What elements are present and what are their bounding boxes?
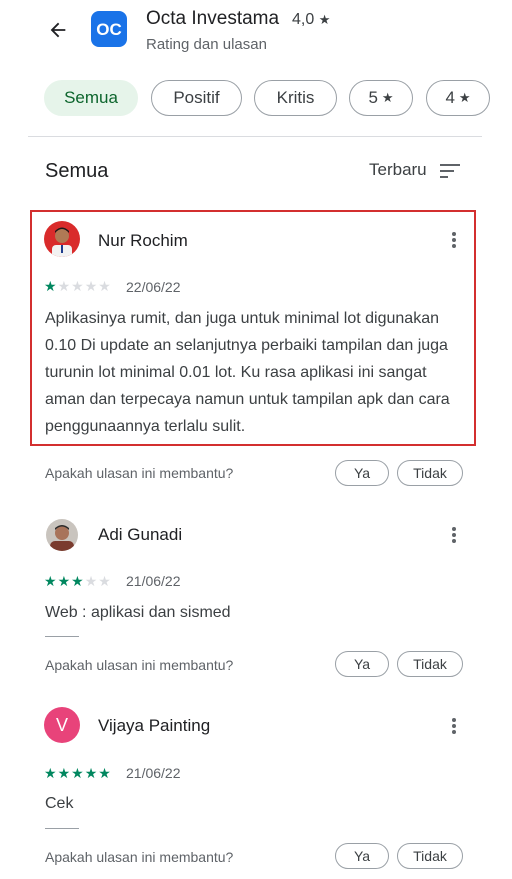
sort-button[interactable]: Terbaru: [369, 160, 427, 180]
star-filled-icon: ★: [98, 765, 112, 781]
star-filled-icon: ★: [57, 765, 72, 781]
chip-5-star[interactable]: 5 ★: [349, 80, 413, 116]
helpful-no-button[interactable]: Tidak: [397, 843, 463, 869]
star-filled-icon: ★: [71, 765, 85, 781]
helpful-yes-button[interactable]: Ya: [335, 460, 389, 486]
helpful-yes-button[interactable]: Ya: [335, 651, 389, 677]
chip-semua[interactable]: Semua: [44, 80, 138, 116]
app-icon: OC: [91, 11, 127, 47]
chip-4-star[interactable]: 4 ★: [426, 80, 490, 116]
user-photo-icon: [44, 221, 80, 257]
more-options-button[interactable]: [442, 523, 466, 547]
star-empty-icon: ★: [71, 278, 85, 294]
star-rating: ★★★★★: [44, 765, 112, 782]
filter-chips: Semua Positif Kritis 5 ★ 4 ★: [0, 78, 512, 120]
chip-label: 5: [368, 88, 378, 107]
user-photo-icon: [46, 519, 78, 551]
more-vert-icon: [452, 527, 456, 543]
chip-kritis[interactable]: Kritis: [254, 80, 337, 116]
review-date: 22/06/22: [126, 279, 181, 295]
app-title: Octa Investama: [146, 8, 280, 29]
chip-label: 4: [445, 88, 455, 107]
star-empty-icon: ★: [84, 278, 99, 294]
app-rating: 4,0 ★: [292, 11, 330, 29]
octa-logo-icon: OC: [96, 20, 122, 39]
reviewer-name: Adi Gunadi: [98, 525, 183, 544]
more-options-button[interactable]: [442, 714, 466, 738]
review-text: Cek: [45, 795, 74, 812]
more-vert-icon: [452, 232, 456, 248]
star-empty-icon: ★: [98, 573, 112, 589]
star-filled-icon: ★: [57, 573, 72, 589]
review-date: 21/06/22: [126, 765, 181, 781]
avatar-letter: V: [55, 714, 68, 735]
page-subtitle: Rating dan ulasan: [146, 36, 267, 53]
star-filled-icon: ★: [44, 765, 58, 781]
star-empty-icon: ★: [98, 278, 112, 294]
avatar: [46, 519, 78, 551]
star-icon: ★: [458, 90, 471, 105]
rating-star-icon: ★: [318, 12, 331, 27]
helpful-question: Apakah ulasan ini membantu?: [45, 849, 234, 865]
star-filled-icon: ★: [44, 573, 58, 589]
divider: [45, 828, 79, 829]
star-rating: ★★★★★: [44, 573, 112, 590]
star-filled-icon: ★: [71, 573, 85, 589]
star-empty-icon: ★: [84, 573, 99, 589]
helpful-no-button[interactable]: Tidak: [397, 460, 463, 486]
arrow-back-icon: [50, 22, 66, 38]
avatar: [44, 221, 80, 257]
svg-text:OC: OC: [96, 20, 122, 39]
chip-label: Kritis: [276, 88, 315, 107]
chip-label: Positif: [173, 88, 220, 107]
more-options-button[interactable]: [442, 228, 466, 252]
chip-label: Semua: [64, 88, 118, 107]
helpful-question: Apakah ulasan ini membantu?: [45, 657, 234, 673]
rating-value: 4,0: [292, 11, 315, 28]
star-icon: ★: [381, 90, 394, 105]
star-rating: ★★★★★: [44, 278, 112, 295]
star-empty-icon: ★: [57, 278, 72, 294]
avatar: V: [44, 707, 80, 743]
star-filled-icon: ★: [84, 765, 99, 781]
reviewer-name: Vijaya Painting: [98, 716, 211, 735]
reviewer-name: Nur Rochim: [98, 231, 188, 250]
back-button[interactable]: [40, 14, 76, 46]
star-filled-icon: ★: [44, 278, 58, 294]
review-text: Aplikasinya rumit, dan juga untuk minima…: [45, 310, 450, 435]
review-text: Web : aplikasi dan sismed: [45, 604, 231, 621]
chip-positif[interactable]: Positif: [151, 80, 242, 116]
helpful-no-button[interactable]: Tidak: [397, 651, 463, 677]
more-vert-icon: [452, 718, 456, 734]
section-title: Semua: [45, 160, 109, 182]
sort-icon[interactable]: [440, 162, 462, 180]
helpful-question: Apakah ulasan ini membantu?: [45, 465, 234, 481]
review-date: 21/06/22: [126, 573, 181, 589]
divider: [28, 136, 482, 137]
divider: [45, 636, 79, 637]
helpful-yes-button[interactable]: Ya: [335, 843, 389, 869]
